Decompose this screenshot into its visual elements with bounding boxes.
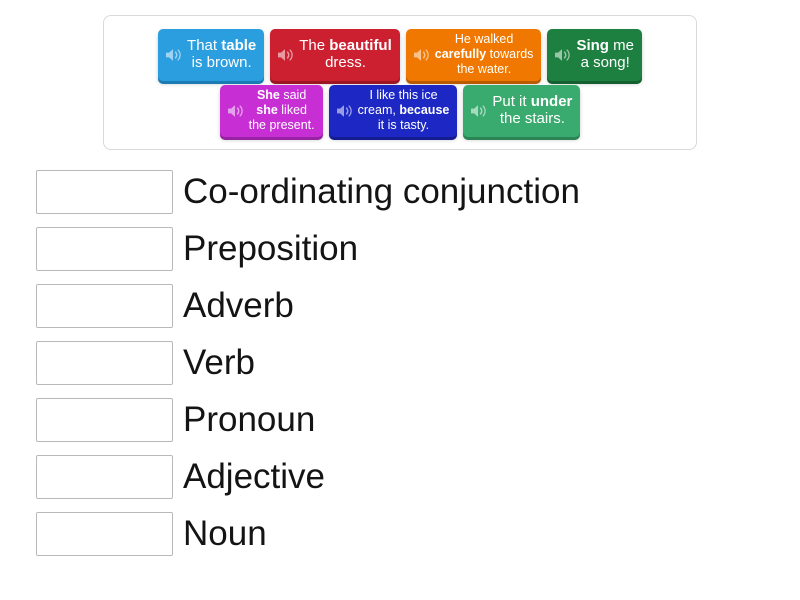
tile-that-table[interactable]: That table is brown. [158,28,265,81]
drop-zone-noun[interactable] [36,511,173,556]
tile-row-1: That table is brown. The beautiful dress. He… [112,28,688,81]
answer-row: Verb [0,334,800,391]
drop-zone-co-ordinating-conjunction[interactable] [36,169,173,214]
tile-text: That table is brown. [187,36,257,71]
tile-text: I like this ice cream, because it is tasty… [357,88,450,132]
answer-verb-label: Verb [183,343,255,382]
speaker-icon[interactable] [551,44,573,66]
speaker-icon[interactable] [410,44,432,66]
speaker-icon[interactable] [274,44,296,66]
tile-text: The beautiful dress. [299,36,392,71]
tile-he-walked-carefully[interactable]: He walked carefully towards the water. [405,28,542,81]
answer-co-ordinating-conjunction-label: Co-ordinating conjunction [183,172,580,211]
answer-row: Adverb [0,277,800,334]
speaker-icon[interactable] [333,100,355,122]
answer-adjective-label: Adjective [183,457,326,496]
tile-text: Put it under the stairs. [492,92,573,127]
tile-text: She said she liked the present. [248,88,315,132]
answer-list: Co-ordinating conjunction Preposition Adve… [0,163,800,562]
drop-zone-adjective[interactable] [36,454,173,499]
answer-row: Noun [0,505,800,562]
answer-adverb-label: Adverb [183,286,294,325]
speaker-icon[interactable] [162,44,184,66]
answer-row: Preposition [0,220,800,277]
tile-text: Sing me a song! [576,36,634,71]
activity-root: That table is brown. The beautiful dress. He… [0,0,800,600]
answer-pronoun-label: Pronoun [183,400,316,439]
answer-row: Co-ordinating conjunction [0,163,800,220]
tile-row-2: She said she liked the present. I like this… [112,84,688,137]
answer-preposition-label: Preposition [183,229,359,268]
answer-row: Pronoun [0,391,800,448]
tile-the-beautiful-dress[interactable]: The beautiful dress. [270,28,400,81]
drop-zone-preposition[interactable] [36,226,173,271]
drop-zone-verb[interactable] [36,340,173,385]
tile-text: He walked carefully towards the water. [434,32,534,76]
speaker-icon[interactable] [467,100,489,122]
drop-zone-pronoun[interactable] [36,397,173,442]
tile-she-said-she-liked[interactable]: She said she liked the present. [219,84,323,137]
answer-noun-label: Noun [183,514,267,553]
tile-i-like-this-ice-cream[interactable]: I like this ice cream, because it is tasty… [328,84,458,137]
answer-row: Adjective [0,448,800,505]
tile-sing-me-a-song[interactable]: Sing me a song! [547,28,642,81]
tile-put-it-under-the-stairs[interactable]: Put it under the stairs. [463,84,581,137]
drop-zone-adverb[interactable] [36,283,173,328]
tile-tray: That table is brown. The beautiful dress. He… [103,15,697,150]
speaker-icon[interactable] [224,100,246,122]
